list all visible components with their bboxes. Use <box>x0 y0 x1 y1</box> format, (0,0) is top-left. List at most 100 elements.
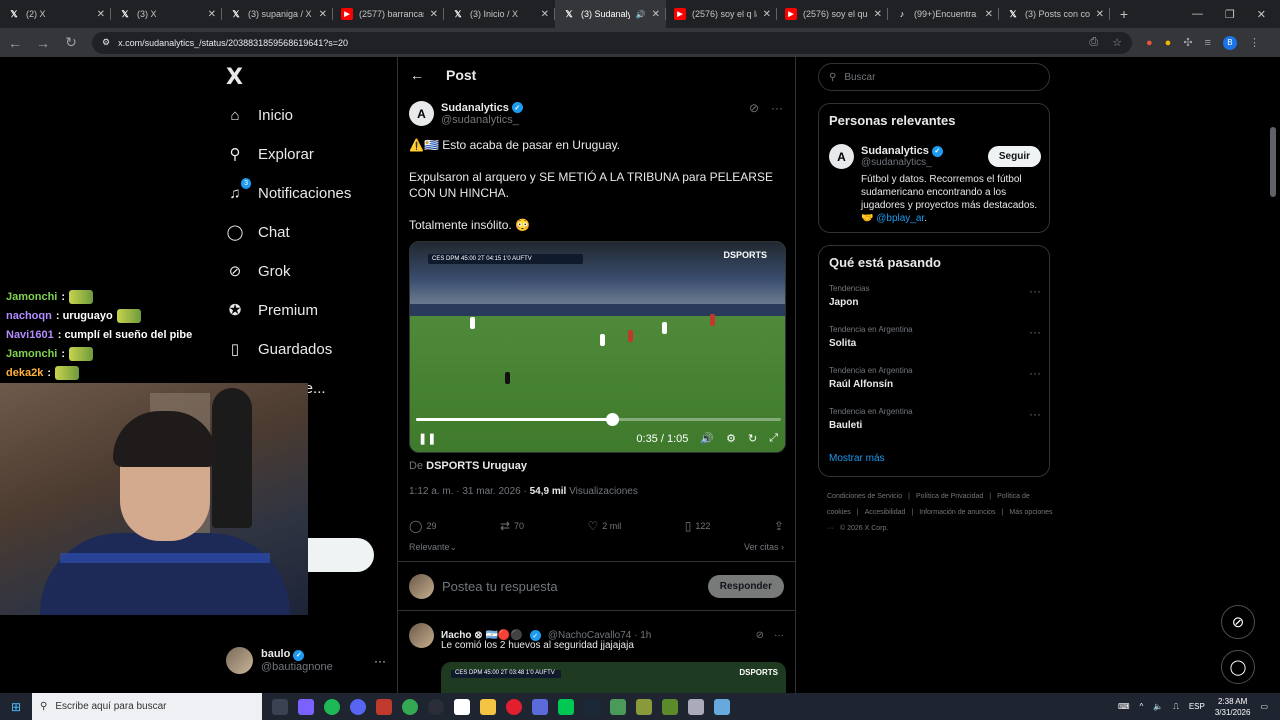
nav-item-search[interactable]: ⚲ Explorar <box>226 145 314 164</box>
footer-link[interactable]: © 2026 X Corp. <box>840 525 888 532</box>
nav-item-bookmark[interactable]: ▯ Guardados <box>226 340 332 359</box>
close-icon[interactable]: ✕ <box>97 9 105 20</box>
more-icon[interactable]: ··· <box>374 654 386 668</box>
more-icon[interactable]: ··· <box>771 101 783 115</box>
more-icon[interactable]: ··· <box>774 630 784 641</box>
close-icon[interactable]: ✕ <box>1257 8 1266 21</box>
nav-item-home[interactable]: ⌂ Inicio <box>226 106 293 124</box>
relevant-person-name-text[interactable]: Sudanalytics <box>861 145 929 157</box>
browser-tab[interactable]: ▶ (2576) soy el q la ✕ <box>666 0 777 28</box>
app-icon[interactable] <box>610 698 626 715</box>
capcut-icon[interactable] <box>454 698 470 715</box>
audio-icon[interactable]: 🔊 <box>636 10 646 19</box>
messages-fab-button[interactable]: ◯ <box>1221 650 1255 684</box>
reply-button[interactable]: ◯ 29 <box>409 519 436 533</box>
chevron-up-icon[interactable]: ^ <box>1139 702 1143 711</box>
discord-icon[interactable] <box>350 698 366 715</box>
browser-tab[interactable]: ♪ (99+)Encuentra ✕ <box>888 0 999 28</box>
fullscreen-icon[interactable]: ⤢ <box>769 432 778 445</box>
menu-icon[interactable]: ≡ <box>1205 37 1211 49</box>
post-timestamp[interactable]: 1:12 a. m. · 31 mar. 2026 · <box>409 486 527 497</box>
steam-icon[interactable] <box>584 698 600 715</box>
share-button[interactable]: ⇪ <box>774 519 784 533</box>
close-icon[interactable]: ✕ <box>541 9 549 20</box>
chrome-icon[interactable] <box>402 698 418 715</box>
author-avatar[interactable]: A <box>409 101 434 126</box>
more-icon[interactable]: ··· <box>1029 284 1041 298</box>
close-icon[interactable]: ✕ <box>763 9 771 20</box>
address-bar[interactable]: ⚙ x.com/sudanalytics_/status/20388318595… <box>92 31 1132 54</box>
nav-item-grok[interactable]: ⊘ Grok <box>226 262 291 281</box>
app-icon[interactable] <box>688 698 704 715</box>
relevant-person[interactable]: A Sudanalytics ✓ @sudanalytics_ Seguir Fú… <box>829 144 1041 225</box>
install-icon[interactable]: ⎙ <box>1089 36 1098 49</box>
trend-item[interactable]: Tendencia en Argentina Raúl Alfonsín ··· <box>829 366 1041 390</box>
language-indicator[interactable]: ESP <box>1189 702 1205 711</box>
footer-link[interactable]: Condiciones de Servicio <box>827 493 902 500</box>
grok-icon[interactable]: ⊘ <box>749 101 759 115</box>
author-name-text[interactable]: Sudanalytics <box>441 102 509 114</box>
puzzle-icon[interactable]: ✣ <box>1183 36 1192 49</box>
trend-item[interactable]: Tendencia en Argentina Solita ··· <box>829 325 1041 349</box>
app-icon[interactable] <box>714 698 730 715</box>
bookmark-star-icon[interactable]: ☆ <box>1112 36 1122 49</box>
close-icon[interactable]: ✕ <box>652 9 660 20</box>
reply-submit-button[interactable]: Responder <box>707 574 784 598</box>
close-icon[interactable]: ✕ <box>1096 9 1104 20</box>
folder-icon[interactable] <box>480 698 496 715</box>
new-tab-button[interactable]: + <box>1114 6 1134 22</box>
back-arrow-icon[interactable]: ← <box>410 67 424 83</box>
close-icon[interactable]: ✕ <box>430 9 438 20</box>
nav-item-chat[interactable]: ◯ Chat <box>226 223 290 242</box>
back-icon[interactable]: ← <box>8 35 22 51</box>
forward-icon[interactable]: → <box>36 35 50 51</box>
reply-post[interactable]: Иacho ⊗ 🇦🇷🔴⚫ ✓ @NachoCavallo74 · 1h ⊘ ··… <box>409 623 786 693</box>
follow-button[interactable]: Seguir <box>987 146 1041 167</box>
browser-tab[interactable]: 𝕏 (3) Sudanaly 🔊 ✕ <box>555 0 666 28</box>
grok-icon[interactable]: ⊘ <box>756 630 764 641</box>
minimize-icon[interactable]: — <box>1192 8 1203 21</box>
browser-tab[interactable]: 𝕏 (3) Inicio / X ✕ <box>444 0 555 28</box>
maximize-icon[interactable]: ❐ <box>1225 8 1235 21</box>
show-more-link[interactable]: Mostrar más <box>829 453 885 464</box>
footer-link[interactable]: Información de anuncios <box>919 509 995 516</box>
more-icon[interactable]: ··· <box>1029 366 1041 380</box>
clock[interactable]: 2:38 AM 3/31/2026 <box>1215 696 1251 718</box>
minecraft-icon[interactable] <box>662 698 678 715</box>
browser-tab[interactable]: 𝕏 (2) X ✕ <box>0 0 111 28</box>
loop-icon[interactable]: ↻ <box>748 432 757 445</box>
volume-icon[interactable]: 🔊 <box>700 432 714 445</box>
settings-icon[interactable]: ⚙ <box>726 432 736 445</box>
windows-start-icon[interactable]: ⊞ <box>0 700 32 714</box>
scrollbar[interactable] <box>1270 127 1276 197</box>
app-icon[interactable] <box>636 698 652 715</box>
bookmark-button[interactable]: ▯ 122 <box>685 519 711 533</box>
browser-tab[interactable]: 𝕏 (3) supaniga / X ✕ <box>222 0 333 28</box>
search-input[interactable]: ⚲ Buscar <box>818 63 1050 91</box>
reload-icon[interactable]: ↻ <box>64 34 78 51</box>
browser-tab[interactable]: 𝕏 (3) Posts con con ✕ <box>999 0 1110 28</box>
x-logo[interactable]: X <box>226 65 243 90</box>
more-icon[interactable]: ··· <box>1029 407 1041 421</box>
keyboard-icon[interactable]: ⌨ <box>1118 702 1130 711</box>
browser-tab[interactable]: 𝕏 (3) X ✕ <box>111 0 222 28</box>
close-icon[interactable]: ✕ <box>208 9 216 20</box>
like-button[interactable]: ♡ 2 mil <box>588 519 622 533</box>
site-info-icon[interactable]: ⚙ <box>102 37 110 48</box>
task-view-icon[interactable] <box>272 698 288 715</box>
nav-item-premium[interactable]: ✪ Premium <box>226 301 318 320</box>
spotify-icon[interactable] <box>324 698 340 715</box>
close-icon[interactable]: ✕ <box>874 9 882 20</box>
nav-item-bell[interactable]: ♫ 3 Notificaciones <box>226 178 351 202</box>
pause-icon[interactable]: ❚❚ <box>418 432 436 445</box>
footer-link[interactable]: Accesibilidad <box>865 509 906 516</box>
sort-dropdown[interactable]: Relevante⌄ <box>409 542 457 553</box>
relevant-person-avatar[interactable]: A <box>829 144 854 169</box>
post-author[interactable]: A Sudanalytics ✓ @sudanalytics_ <box>409 101 523 126</box>
account-switcher[interactable]: baulo ✓ @bautiagnone ··· <box>226 647 386 674</box>
network-icon[interactable]: ⎍ <box>1173 702 1179 712</box>
video-progress-bar[interactable] <box>416 413 781 426</box>
close-icon[interactable]: ✕ <box>319 9 327 20</box>
app-icon[interactable] <box>532 698 548 715</box>
video-source-link[interactable]: DSPORTS Uruguay <box>426 460 527 472</box>
